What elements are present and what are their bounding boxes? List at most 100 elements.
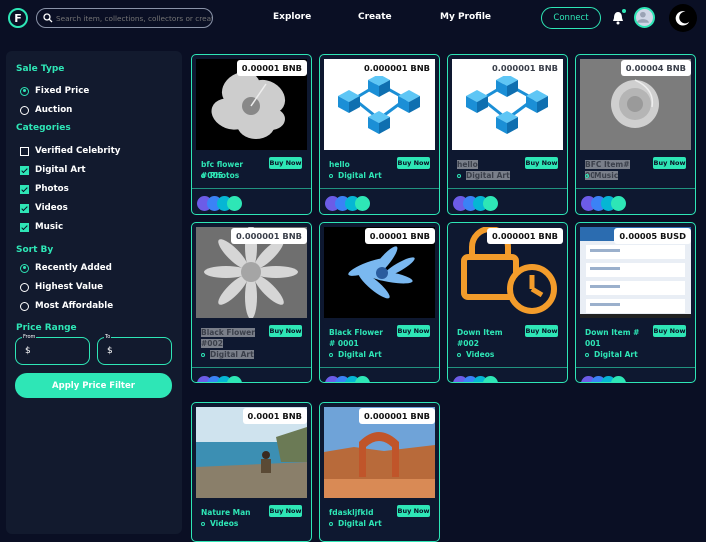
- category-dot-icon: [201, 352, 205, 357]
- buy-now-button[interactable]: Buy Now: [653, 325, 686, 337]
- sort-highest-value[interactable]: Highest Value: [20, 282, 103, 292]
- divider: [320, 367, 439, 368]
- nav-explore[interactable]: Explore: [273, 12, 311, 22]
- divider: [448, 188, 567, 189]
- sort-recently-added[interactable]: Recently Added: [20, 263, 112, 273]
- search-icon: [43, 13, 53, 23]
- price-badge: 0.00001 BNB: [364, 228, 435, 244]
- price-to-input[interactable]: To $: [97, 334, 172, 365]
- notification-bell-icon[interactable]: [612, 9, 626, 25]
- sort-by-title: Sort By: [16, 245, 54, 255]
- category-dot-icon: [329, 352, 333, 357]
- nft-card[interactable]: 0.00001 BNB Black Flower # 0001 Digital …: [319, 222, 440, 383]
- nft-card[interactable]: 0.000001 BNB hello Digital Art Buy Now: [319, 54, 440, 215]
- nft-name: Down Item #002: [457, 328, 503, 348]
- price-range-title: Price Range: [16, 323, 77, 333]
- price-badge: 0.00005 BUSD: [614, 228, 691, 244]
- buy-now-button[interactable]: Buy Now: [269, 325, 302, 337]
- owner-avatars: [325, 376, 375, 382]
- user-avatar[interactable]: [634, 7, 655, 28]
- nft-category: Digital Art: [329, 350, 382, 359]
- price-badge: 0.000001 BNB: [486, 60, 563, 76]
- price-badge: 0.00001 BNB: [236, 60, 307, 76]
- nft-name: fdaskljfkld: [329, 508, 374, 517]
- nft-name: Black Flower #002: [201, 328, 255, 348]
- currency-symbol: $: [25, 346, 31, 356]
- search-input[interactable]: [56, 13, 212, 23]
- divider: [576, 367, 695, 368]
- owner-avatars: [197, 376, 247, 382]
- sale-type-title: Sale Type: [16, 64, 65, 74]
- nft-card[interactable]: 0.00005 BUSD Down Item # 001 Digital Art…: [575, 222, 696, 383]
- buy-now-button[interactable]: Buy Now: [653, 157, 686, 169]
- divider: [576, 188, 695, 189]
- nft-card[interactable]: 0.00004 BNB BFC Item# 003 Music Buy Now: [575, 54, 696, 215]
- nft-card[interactable]: 0.00001 BNB bfc flower #005 Photos Buy N…: [191, 54, 312, 215]
- top-bar: F Explore Create My Profile Connect: [0, 0, 706, 36]
- category-dot-icon: [585, 173, 589, 178]
- radio-selected[interactable]: [20, 263, 29, 273]
- nft-name: Black Flower # 0001: [329, 328, 383, 348]
- category-verified-celebrity[interactable]: Verified Celebrity: [20, 146, 120, 156]
- checkbox-checked[interactable]: [20, 222, 29, 232]
- category-music[interactable]: Music: [20, 222, 63, 232]
- nft-card[interactable]: 0.0001 BNB Nature Man Videos Buy Now: [191, 402, 312, 542]
- checkbox-checked[interactable]: [20, 184, 29, 194]
- nft-card[interactable]: 0.000001 BNB hello Digital Art Buy Now: [447, 54, 568, 215]
- sale-type-fixed-price[interactable]: Fixed Price: [20, 86, 89, 96]
- nav-my-profile[interactable]: My Profile: [440, 12, 491, 22]
- nft-category: Digital Art: [201, 350, 254, 359]
- nft-card[interactable]: 0.000001 BNB Black Flower #002 Digital A…: [191, 222, 312, 383]
- nft-category: Digital Art: [585, 350, 638, 359]
- filter-sidebar: Sale Type Fixed Price Auction Categories…: [6, 51, 182, 534]
- sort-most-affordable[interactable]: Most Affordable: [20, 301, 113, 311]
- category-dot-icon: [201, 173, 205, 178]
- checkbox[interactable]: [20, 146, 29, 156]
- buy-now-button[interactable]: Buy Now: [397, 325, 430, 337]
- category-dot-icon: [201, 521, 205, 526]
- price-badge: 0.000001 BNB: [358, 60, 435, 76]
- nft-category: Videos: [201, 519, 238, 528]
- buy-now-button[interactable]: Buy Now: [525, 325, 558, 337]
- buy-now-button[interactable]: Buy Now: [269, 505, 302, 517]
- price-badge: 0.000001 BNB: [358, 408, 435, 424]
- price-badge: 0.00004 BNB: [620, 60, 691, 76]
- buy-now-button[interactable]: Buy Now: [525, 157, 558, 169]
- radio-selected[interactable]: [20, 86, 29, 96]
- owner-avatars: [197, 196, 247, 211]
- nft-category: Music: [585, 171, 619, 180]
- checkbox-checked[interactable]: [20, 165, 29, 175]
- radio[interactable]: [20, 105, 29, 115]
- divider: [192, 188, 311, 189]
- buy-now-button[interactable]: Buy Now: [269, 157, 302, 169]
- connect-button[interactable]: Connect: [541, 7, 601, 29]
- category-digital-art[interactable]: Digital Art: [20, 165, 86, 175]
- notification-dot: [622, 9, 626, 13]
- theme-toggle-moon-icon[interactable]: [669, 4, 697, 32]
- radio[interactable]: [20, 301, 29, 311]
- price-from-input[interactable]: From $: [15, 334, 90, 365]
- nft-name: Nature Man: [201, 508, 251, 517]
- buy-now-button[interactable]: Buy Now: [397, 157, 430, 169]
- nft-name: hello: [329, 160, 350, 169]
- radio[interactable]: [20, 282, 29, 292]
- nft-category: Videos: [457, 350, 494, 359]
- search-box[interactable]: [36, 8, 213, 28]
- price-badge: 0.0001 BNB: [242, 408, 307, 424]
- category-photos[interactable]: Photos: [20, 184, 69, 194]
- category-dot-icon: [457, 173, 461, 178]
- nft-category: Digital Art: [329, 519, 382, 528]
- buy-now-button[interactable]: Buy Now: [397, 505, 430, 517]
- checkbox-checked[interactable]: [20, 203, 29, 213]
- apply-price-filter-button[interactable]: Apply Price Filter: [15, 373, 172, 398]
- logo[interactable]: F: [8, 8, 28, 28]
- nft-name: Down Item # 001: [585, 328, 640, 348]
- nft-card[interactable]: 0.000001 BNB fdaskljfkld Digital Art Buy…: [319, 402, 440, 542]
- sale-type-auction[interactable]: Auction: [20, 105, 72, 115]
- nav-create[interactable]: Create: [358, 12, 392, 22]
- nft-category: Photos: [201, 171, 239, 180]
- category-videos[interactable]: Videos: [20, 203, 68, 213]
- owner-avatars: [581, 376, 631, 382]
- nft-card[interactable]: 0.000001 BNB Down Item #002 Videos Buy N…: [447, 222, 568, 383]
- divider: [192, 367, 311, 368]
